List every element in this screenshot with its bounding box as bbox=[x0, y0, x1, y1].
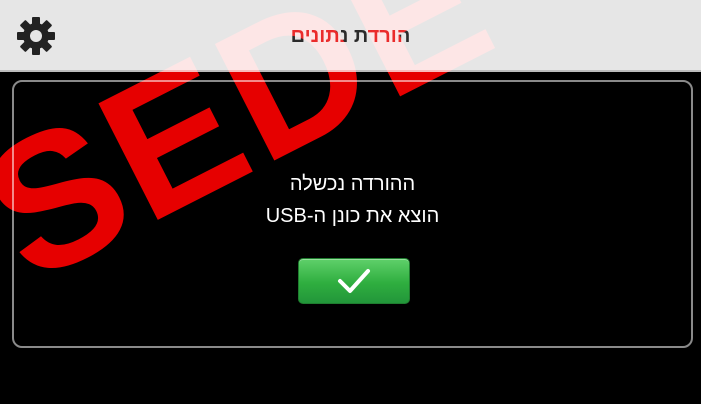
page-title: הורדת נתונים bbox=[290, 25, 411, 47]
settings-button[interactable] bbox=[12, 12, 60, 60]
checkmark-icon bbox=[338, 269, 370, 293]
confirm-button[interactable] bbox=[298, 258, 410, 304]
device-screen: הורדת נתונים ההורדה נכשלה הוצא את כונן ה… bbox=[0, 0, 701, 404]
message-line-2: הוצא את כונן ה-USB bbox=[265, 205, 440, 227]
header-bar: הורדת נתונים bbox=[0, 0, 701, 72]
error-dialog: ההורדה נכשלה הוצא את כונן ה-USB bbox=[12, 80, 693, 348]
message-line-1: ההורדה נכשלה bbox=[289, 173, 416, 195]
dialog-message: ההורדה נכשלה הוצא את כונן ה-USB bbox=[14, 168, 691, 232]
gear-icon bbox=[17, 17, 55, 55]
